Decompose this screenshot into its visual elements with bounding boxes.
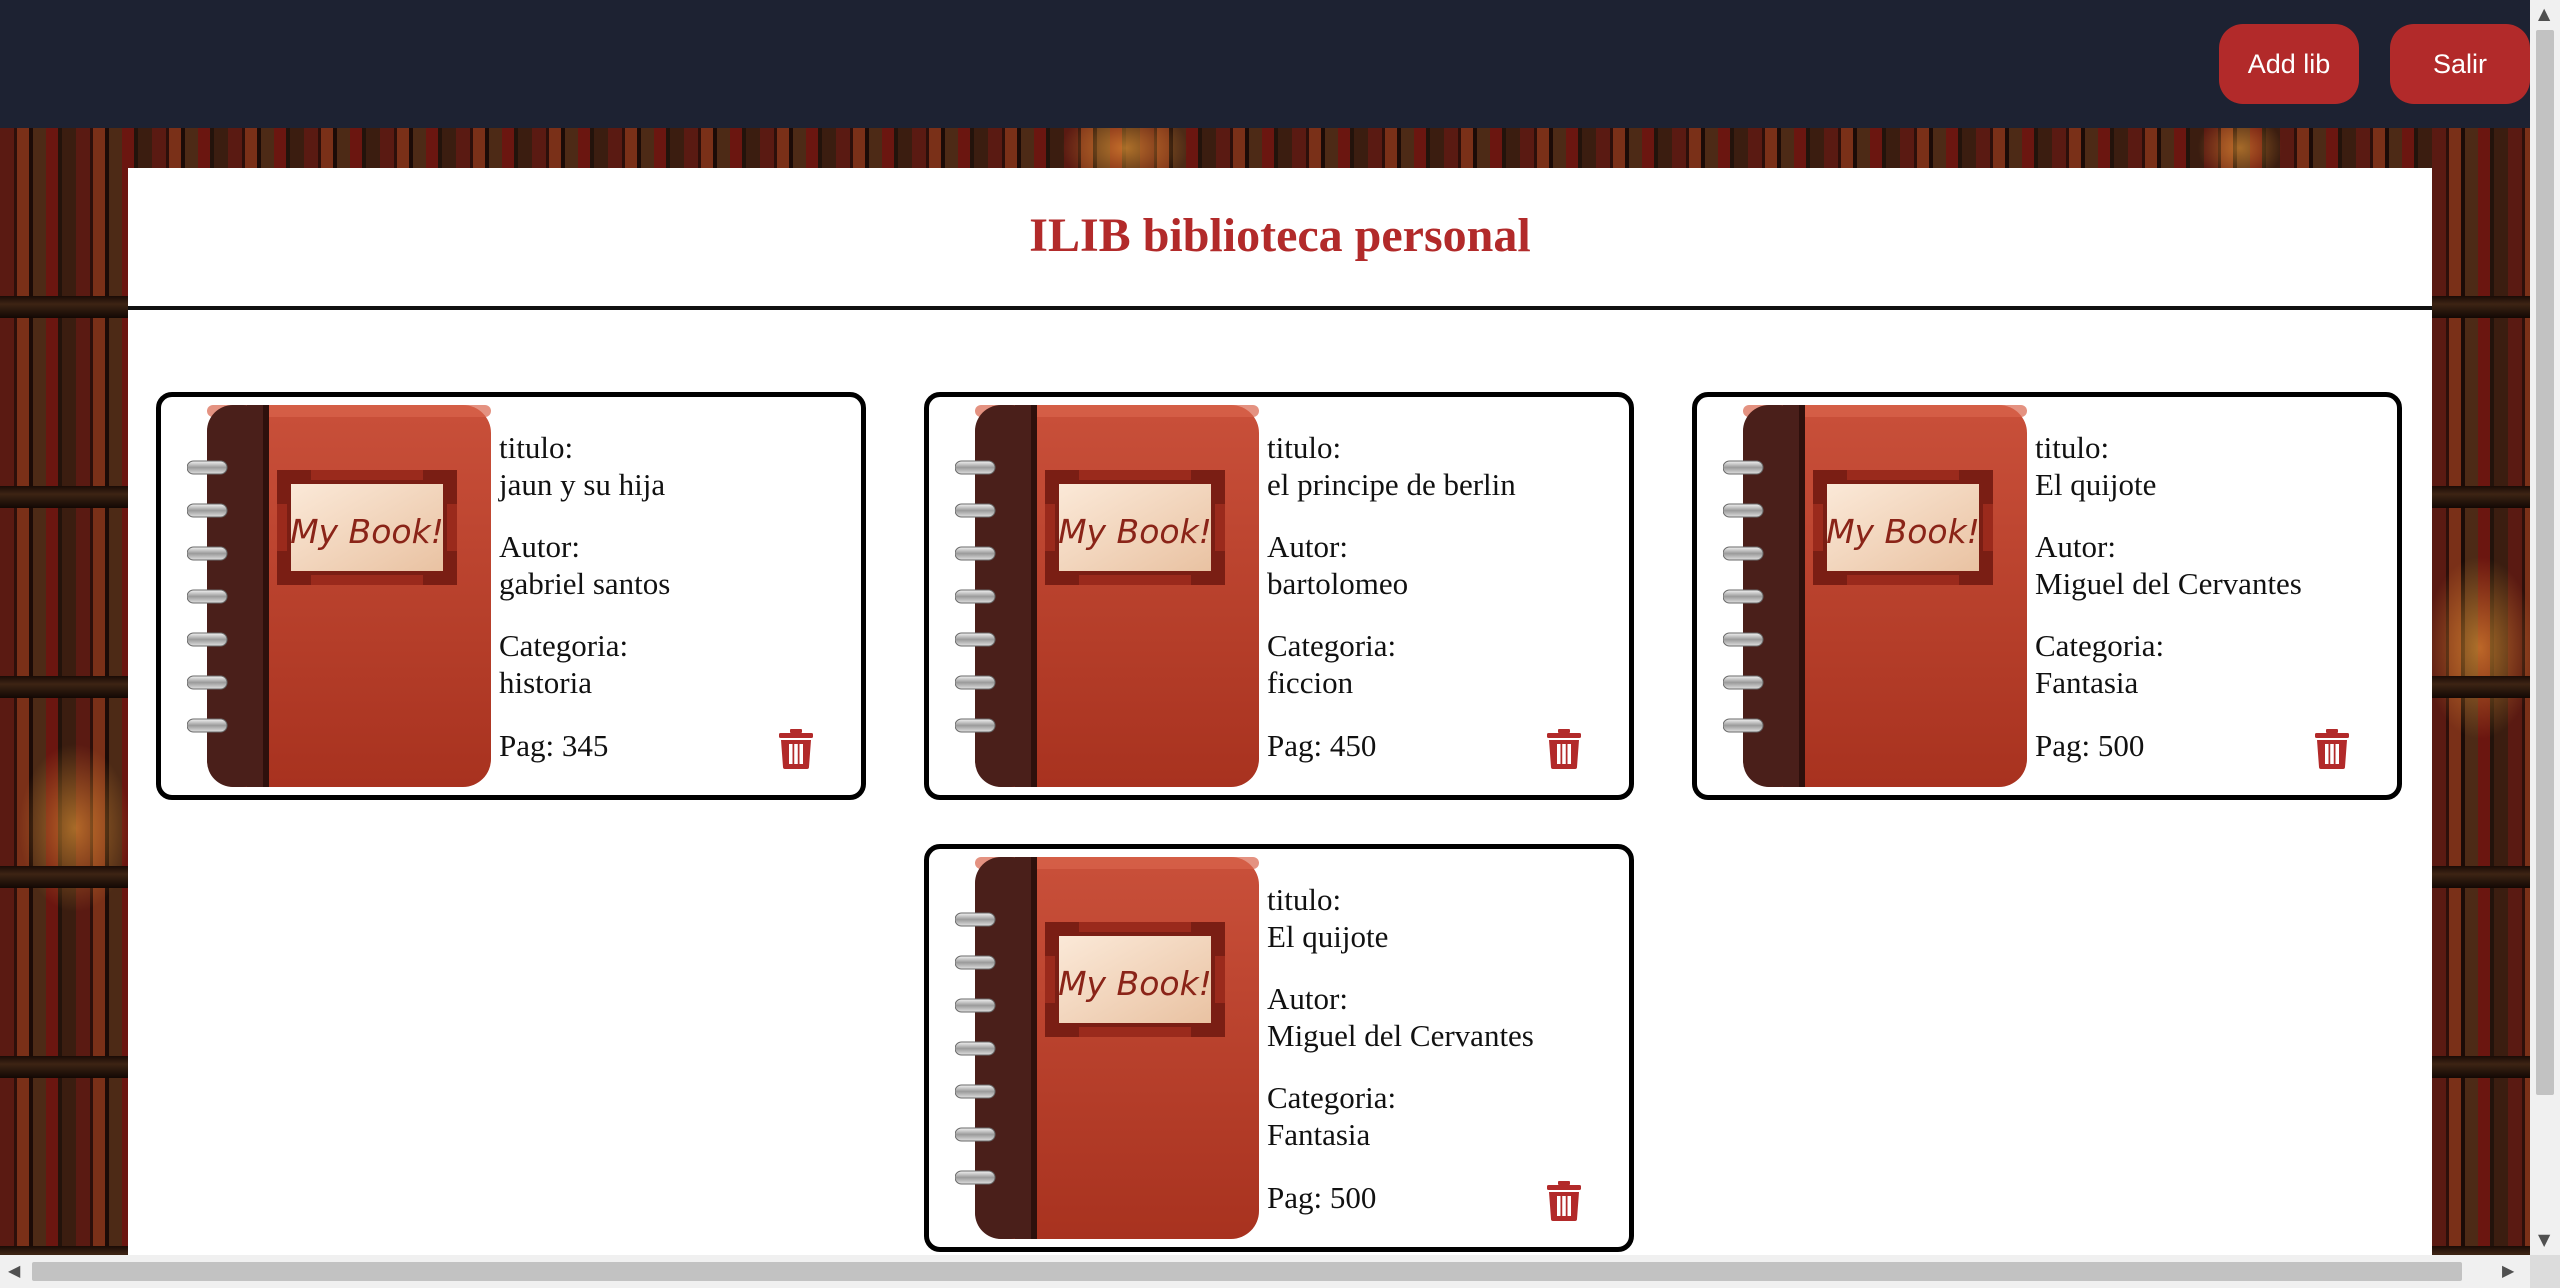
book-card: My Book! titulo: El quijote Autor: Miguel …	[1692, 392, 2402, 800]
scroll-up-arrow-icon[interactable]: ▲	[2538, 6, 2550, 22]
autor-label: Autor:	[1267, 529, 1348, 564]
book-card: My Book! titulo: jaun y su hija Autor: gab…	[156, 392, 866, 800]
notebook-icon: My Book!	[1723, 405, 2027, 787]
book-title: jaun y su hija	[499, 467, 666, 502]
add-book-button[interactable]: Add lib	[2219, 24, 2359, 104]
book-title: El quijote	[2035, 467, 2157, 502]
vertical-scrollbar-thumb[interactable]	[2536, 30, 2554, 1095]
top-navbar: Add lib Salir	[0, 0, 2530, 128]
book-pages: Pag: 500	[2035, 728, 2145, 763]
book-pages: Pag: 345	[499, 728, 609, 763]
titulo-label: titulo:	[499, 430, 574, 465]
scroll-down-arrow-icon[interactable]: ▼	[2538, 1232, 2550, 1248]
autor-label: Autor:	[499, 529, 580, 564]
book-info: titulo: el principe de berlin Autor: barto…	[1267, 429, 1609, 726]
book-title: el principe de berlin	[1267, 467, 1516, 502]
horizontal-scrollbar[interactable]: ◀ ▶	[0, 1255, 2530, 1288]
main-panel: ILIB biblioteca personal My Book! titulo…	[128, 168, 2432, 1255]
page-title: ILIB biblioteca personal	[1029, 209, 1531, 262]
book-author: Miguel del Cervantes	[1267, 1018, 1534, 1053]
book-category: ficcion	[1267, 665, 1354, 700]
book-card: My Book! titulo: El quijote Autor: Miguel …	[924, 844, 1634, 1252]
cover-text: My Book!	[1058, 964, 1212, 1003]
categoria-label: Categoria:	[1267, 1080, 1397, 1115]
trash-icon[interactable]	[1546, 729, 1582, 769]
categoria-label: Categoria:	[499, 628, 629, 663]
book-category: Fantasia	[2035, 665, 2139, 700]
notebook-icon: My Book!	[187, 405, 491, 787]
cover-text: My Book!	[290, 512, 444, 551]
book-author: gabriel santos	[499, 566, 671, 601]
book-category: historia	[499, 665, 592, 700]
titulo-label: titulo:	[2035, 430, 2110, 465]
autor-label: Autor:	[1267, 981, 1348, 1016]
book-pages: Pag: 450	[1267, 728, 1377, 763]
book-author: bartolomeo	[1267, 566, 1409, 601]
horizontal-scrollbar-thumb[interactable]	[32, 1262, 2462, 1281]
notebook-icon: My Book!	[955, 857, 1259, 1239]
notebook-icon: My Book!	[955, 405, 1259, 787]
cover-text: My Book!	[1826, 512, 1980, 551]
autor-label: Autor:	[2035, 529, 2116, 564]
book-info: titulo: El quijote Autor: Miguel del Cerva…	[2035, 429, 2377, 726]
trash-icon[interactable]	[2314, 729, 2350, 769]
book-category: Fantasia	[1267, 1117, 1371, 1152]
exit-button[interactable]: Salir	[2390, 24, 2530, 104]
vertical-scrollbar[interactable]: ▲ ▼	[2530, 0, 2560, 1255]
title-divider	[128, 306, 2432, 310]
scroll-left-arrow-icon[interactable]: ◀	[8, 1263, 20, 1279]
book-card: My Book! titulo: el principe de berlin Au…	[924, 392, 1634, 800]
cover-text: My Book!	[1058, 512, 1212, 551]
trash-icon[interactable]	[1546, 1181, 1582, 1221]
titulo-label: titulo:	[1267, 882, 1342, 917]
categoria-label: Categoria:	[2035, 628, 2165, 663]
scroll-right-arrow-icon[interactable]: ▶	[2502, 1263, 2514, 1279]
book-title: El quijote	[1267, 919, 1389, 954]
book-info: titulo: El quijote Autor: Miguel del Cerva…	[1267, 881, 1609, 1178]
book-pages: Pag: 500	[1267, 1180, 1377, 1215]
categoria-label: Categoria:	[1267, 628, 1397, 663]
trash-icon[interactable]	[778, 729, 814, 769]
book-author: Miguel del Cervantes	[2035, 566, 2302, 601]
book-info: titulo: jaun y su hija Autor: gabriel sant…	[499, 429, 841, 726]
titulo-label: titulo:	[1267, 430, 1342, 465]
scrollbar-corner	[2530, 1255, 2560, 1288]
